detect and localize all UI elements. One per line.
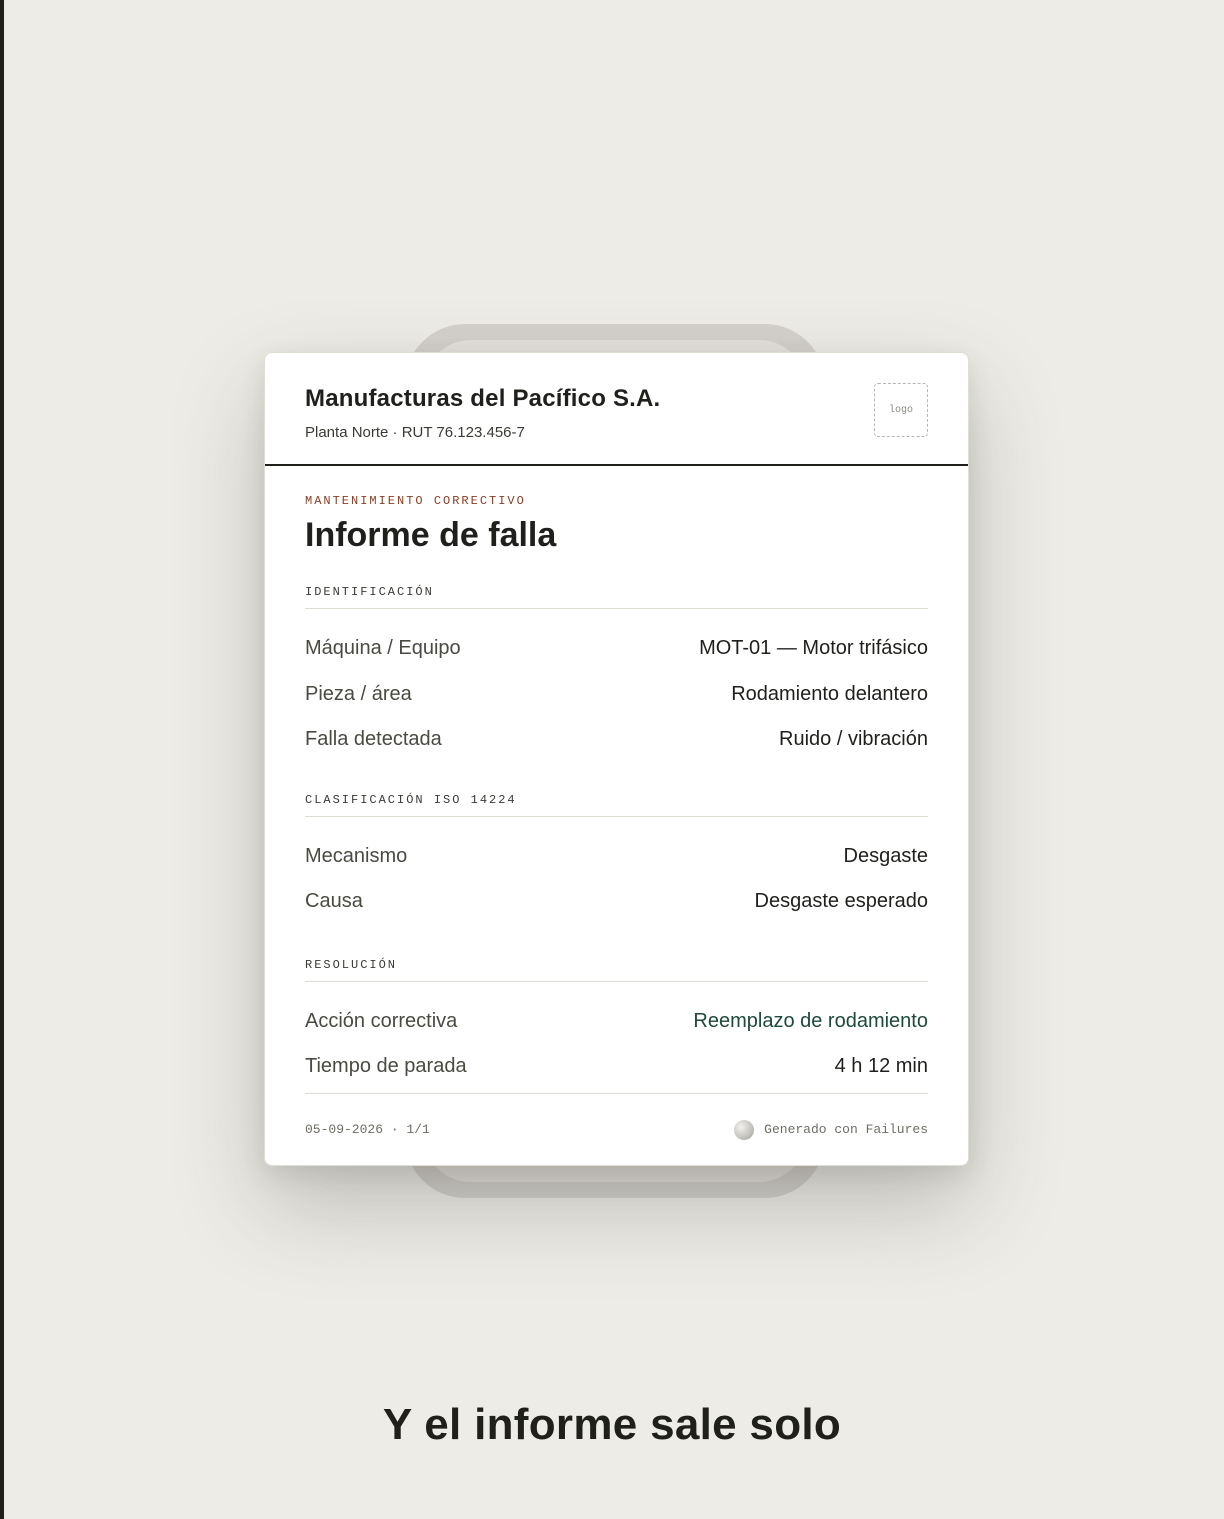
section-rows-resolucion: Acción correctiva Reemplazo de rodamient… [305, 982, 928, 1090]
window-edge [0, 0, 4, 1519]
field-value: Rodamiento delantero [731, 682, 928, 705]
report-body: MANTENIMIENTO CORRECTIVO Informe de fall… [265, 466, 968, 1090]
field-value: Desgaste esperado [754, 890, 928, 913]
field-row: Máquina / Equipo MOT-01 — Motor trifásic… [305, 626, 928, 672]
section-heading-identificacion: IDENTIFICACIÓN [305, 585, 928, 609]
logo-placeholder: logo [874, 383, 928, 437]
tagline: Y el informe sale solo [382, 1400, 842, 1449]
field-row: Causa Desgaste esperado [305, 879, 928, 925]
field-label: Pieza / área [305, 682, 412, 705]
field-value-accent: Reemplazo de rodamiento [693, 1009, 928, 1032]
field-label: Mecanismo [305, 844, 408, 867]
field-row: Pieza / área Rodamiento delantero [305, 672, 928, 718]
footer-date-page: 05-09-2026 · 1/1 [305, 1122, 430, 1137]
company-subline: Planta Norte · RUT 76.123.456-7 [305, 424, 525, 441]
stage: Manufacturas del Pacífico S.A. Planta No… [0, 0, 1224, 1519]
footer-generated-by: Generado con Failures [764, 1122, 928, 1137]
report-footer: 05-09-2026 · 1/1 Generado con Failures [305, 1093, 928, 1165]
field-row: Falla detectada Ruido / vibración [305, 717, 928, 763]
brand-logo-icon [734, 1119, 755, 1140]
section-heading-clasificacion: CLASIFICACIÓN ISO 14224 [305, 793, 928, 817]
footer-brand: Generado con Failures [734, 1119, 928, 1140]
field-label: Máquina / Equipo [305, 637, 461, 660]
report-card: Manufacturas del Pacífico S.A. Planta No… [264, 352, 969, 1166]
report-eyebrow: MANTENIMIENTO CORRECTIVO [305, 494, 526, 508]
report-title: Informe de falla [305, 516, 557, 554]
section-rows-identificacion: Máquina / Equipo MOT-01 — Motor trifásic… [305, 609, 928, 763]
section-rows-clasificacion: Mecanismo Desgaste Causa Desgaste espera… [305, 817, 928, 925]
field-label: Causa [305, 890, 363, 913]
field-row: Mecanismo Desgaste [305, 834, 928, 880]
field-value: Desgaste [843, 844, 929, 867]
field-row: Acción correctiva Reemplazo de rodamient… [305, 999, 928, 1045]
report-header: Manufacturas del Pacífico S.A. Planta No… [265, 353, 968, 466]
field-value: MOT-01 — Motor trifásico [699, 637, 928, 660]
field-row: Tiempo de parada 4 h 12 min [305, 1044, 928, 1090]
company-name: Manufacturas del Pacífico S.A. [305, 385, 661, 412]
field-label: Tiempo de parada [305, 1055, 467, 1078]
field-value: 4 h 12 min [834, 1055, 928, 1078]
field-value: Ruido / vibración [779, 728, 928, 751]
field-label: Falla detectada [305, 728, 442, 751]
section-heading-resolucion: RESOLUCIÓN [305, 958, 928, 982]
field-label: Acción correctiva [305, 1009, 458, 1032]
